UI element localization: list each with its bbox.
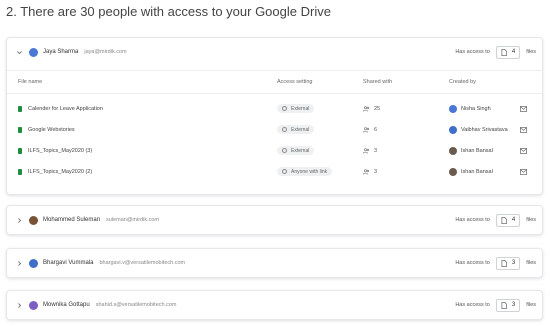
table-row: ILFS_Topics_May2020 (3) External 3 Ishan… (7, 140, 542, 161)
chevron-right-icon[interactable] (15, 216, 23, 224)
chevron-down-icon[interactable] (15, 48, 23, 56)
has-access-label: Has access to (455, 302, 490, 308)
file-count: 4 (511, 49, 516, 55)
people-icon (363, 147, 370, 154)
files-label: files (526, 302, 536, 308)
user-name: Mownika Gottapu (43, 302, 90, 308)
user-email: bhargavi.v@versatilemobitech.com (99, 260, 186, 266)
file-name[interactable]: Google Webstories (28, 127, 75, 133)
avatar (29, 215, 38, 225)
user-email: jaya@mirdik.com (84, 49, 127, 55)
creator-name: Ishan Bansal (461, 168, 493, 175)
user-email: shahid.s@versatilemobitech.com (95, 302, 177, 308)
file-name[interactable]: ILFS_Topics_May2020 (3) (28, 148, 92, 154)
shared-count: 25 (374, 105, 381, 112)
file-name[interactable]: Calender for Leave Application (28, 106, 103, 112)
user-name: Bhargavi Vummala (43, 260, 94, 266)
table-row: ILFS_Topics_May2020 (2) Anyone with link… (7, 161, 542, 182)
avatar (449, 104, 457, 113)
files-table-body: Calender for Leave Application External … (7, 94, 542, 188)
google-sheet-icon (18, 168, 22, 175)
page-heading: 2. There are 30 people with access to yo… (6, 4, 331, 19)
creator-name: Ishan Bansal (461, 147, 493, 154)
files-table-header: File name Access setting Shared with Cre… (7, 70, 542, 94)
file-name[interactable]: ILFS_Topics_May2020 (2) (28, 169, 92, 175)
user-card-jaya: Jaya Sharma jaya@mirdik.com Has access t… (6, 37, 543, 195)
mail-icon[interactable] (513, 147, 533, 154)
file-count-badge[interactable]: 3 (495, 298, 521, 312)
files-label: files (526, 49, 536, 55)
lock-icon (282, 127, 287, 132)
people-icon (363, 168, 370, 175)
google-sheet-icon (18, 147, 22, 154)
creator-name: Nisha Singh (461, 105, 491, 112)
avatar (29, 258, 38, 268)
access-badge: External (277, 146, 315, 155)
has-access-label: Has access to (455, 260, 490, 266)
people-icon (363, 126, 370, 133)
col-access-setting: Access setting (277, 79, 313, 85)
avatar (449, 125, 457, 134)
globe-icon (282, 169, 287, 174)
mail-icon[interactable] (513, 126, 533, 133)
user-card-mownika: Mownika Gottapu shahid.s@versatilemobite… (6, 290, 543, 320)
access-summary: Has access to 3 files (455, 291, 536, 319)
has-access-label: Has access to (455, 217, 490, 223)
chevron-right-icon[interactable] (15, 259, 23, 267)
people-icon (363, 105, 370, 112)
user-name: Mohammed Suleman (43, 217, 101, 223)
file-count-badge[interactable]: 3 (495, 256, 521, 270)
file-icon (501, 301, 507, 309)
file-count: 4 (511, 217, 516, 223)
creator-name: Vaibhav Srivastava (461, 126, 508, 133)
google-sheet-icon (18, 105, 22, 112)
table-row: Calender for Leave Application External … (7, 98, 542, 119)
chevron-right-icon[interactable] (15, 301, 23, 309)
mail-icon[interactable] (513, 105, 533, 112)
user-email: suleman@mirdik.com (106, 217, 159, 223)
avatar (449, 167, 457, 176)
shared-count: 3 (374, 168, 378, 175)
google-sheet-icon (18, 126, 22, 133)
file-icon (501, 216, 507, 224)
user-card-header[interactable]: Mohammed Suleman suleman@mirdik.com Has … (7, 206, 542, 234)
file-count: 3 (511, 260, 516, 266)
user-card-header[interactable]: Jaya Sharma jaya@mirdik.com Has access t… (7, 38, 542, 66)
file-count-badge[interactable]: 4 (495, 213, 521, 227)
avatar (29, 300, 38, 310)
has-access-label: Has access to (455, 49, 490, 55)
col-created-by: Created by (449, 79, 476, 85)
file-count: 3 (511, 302, 516, 308)
user-name: Jaya Sharma (43, 49, 79, 55)
lock-icon (282, 148, 287, 153)
files-label: files (526, 217, 536, 223)
avatar (449, 146, 457, 155)
user-card-header[interactable]: Bhargavi Vummala bhargavi.v@versatilemob… (7, 249, 542, 277)
shared-count: 3 (374, 147, 378, 154)
access-summary: Has access to 4 files (455, 38, 536, 66)
access-badge: Anyone with link (277, 167, 333, 176)
col-file-name: File name (18, 79, 43, 85)
access-summary: Has access to 4 files (455, 206, 536, 234)
files-label: files (526, 260, 536, 266)
access-badge: External (277, 125, 315, 134)
file-count-badge[interactable]: 4 (495, 45, 521, 59)
col-shared-with: Shared with (363, 79, 393, 85)
table-row: Google Webstories External 6 Vaibhav Sri… (7, 119, 542, 140)
mail-icon[interactable] (513, 168, 533, 175)
file-icon (501, 259, 507, 267)
lock-icon (282, 106, 287, 111)
file-icon (501, 48, 507, 56)
access-badge: External (277, 104, 315, 113)
user-card-bhargavi: Bhargavi Vummala bhargavi.v@versatilemob… (6, 248, 543, 278)
shared-count: 6 (374, 126, 378, 133)
avatar (29, 47, 38, 57)
access-summary: Has access to 3 files (455, 249, 536, 277)
user-card-mohammed: Mohammed Suleman suleman@mirdik.com Has … (6, 205, 543, 235)
user-card-header[interactable]: Mownika Gottapu shahid.s@versatilemobite… (7, 291, 542, 319)
